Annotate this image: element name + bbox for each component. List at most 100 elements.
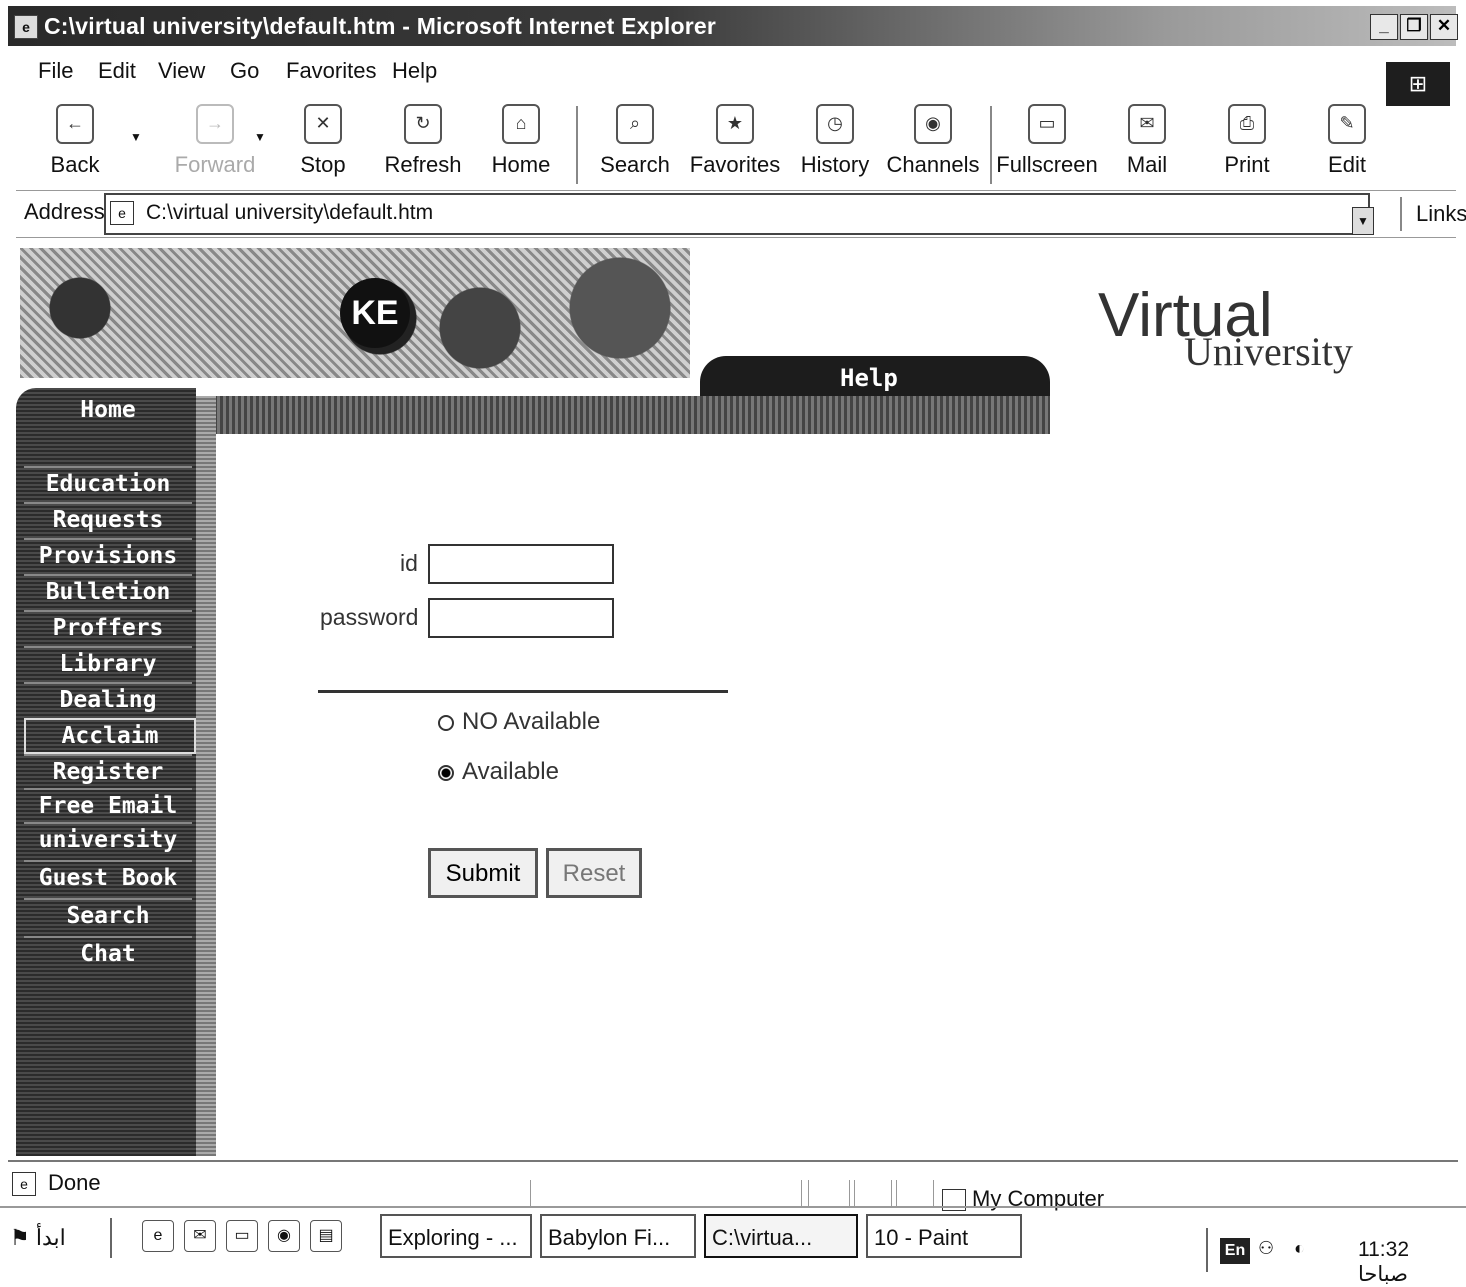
- task-paint[interactable]: 10 - Paint: [866, 1214, 1022, 1258]
- id-input[interactable]: [428, 544, 614, 584]
- site-subtitle: University: [1184, 329, 1353, 374]
- fullscreen-label: Fullscreen: [996, 152, 1098, 177]
- home-button[interactable]: ⌂ Home: [466, 100, 576, 178]
- favorites-label: Favorites: [689, 152, 781, 177]
- address-input[interactable]: e C:\virtual university\default.htm: [104, 193, 1370, 235]
- address-label: Address: [24, 199, 105, 224]
- nav-proffers[interactable]: Proffers: [24, 610, 192, 644]
- stop-button[interactable]: ✕ Stop: [268, 100, 378, 178]
- menu-view[interactable]: View: [158, 58, 205, 84]
- clock[interactable]: 11:32 صباحا: [1358, 1238, 1458, 1287]
- back-button[interactable]: ← Back: [20, 100, 130, 178]
- print-button[interactable]: ⎙ Print: [1192, 100, 1302, 178]
- radio-no-available-label: NO Available: [462, 708, 601, 735]
- nav-education[interactable]: Education: [24, 466, 192, 500]
- nav-dealing[interactable]: Dealing: [24, 682, 192, 716]
- channels-button[interactable]: ◉ Channels: [878, 100, 988, 178]
- close-button[interactable]: ✕: [1430, 14, 1458, 40]
- radio-no-available[interactable]: NO Available: [438, 708, 600, 736]
- reset-button[interactable]: Reset: [546, 848, 642, 898]
- page-icon: e: [12, 1172, 36, 1196]
- history-button[interactable]: ◷ History: [780, 100, 890, 178]
- sidebar-nav: Home Education Requests Provisions Bulle…: [16, 388, 196, 1156]
- site-banner-image: KE: [20, 248, 690, 378]
- nav-requests[interactable]: Requests: [24, 502, 192, 536]
- id-label: id: [400, 550, 418, 576]
- menu-go[interactable]: Go: [230, 58, 259, 84]
- quicklaunch-folder-icon[interactable]: ▤: [310, 1220, 342, 1252]
- links-button[interactable]: Links: [1400, 197, 1466, 231]
- password-input[interactable]: [428, 598, 614, 638]
- quicklaunch-desktop-icon[interactable]: ▭: [226, 1220, 258, 1252]
- mail-button[interactable]: ✉ Mail: [1092, 100, 1202, 178]
- fullscreen-button[interactable]: ▭ Fullscreen: [992, 100, 1102, 178]
- forward-label: Forward: [174, 152, 256, 177]
- channels-label: Channels: [886, 152, 980, 177]
- window-title: C:\virtual university\default.htm - Micr…: [44, 13, 717, 39]
- title-bar[interactable]: e C:\virtual university\default.htm - Mi…: [8, 6, 1458, 46]
- menu-favorites[interactable]: Favorites: [286, 58, 376, 84]
- back-dropdown-icon[interactable]: ▼: [130, 130, 142, 144]
- nav-university[interactable]: university: [24, 822, 192, 856]
- home-icon: ⌂: [502, 104, 540, 144]
- nav-chat[interactable]: Chat: [24, 936, 192, 970]
- radio-available[interactable]: Available: [438, 758, 559, 786]
- babylon-tray-icon[interactable]: ◐: [1294, 1238, 1305, 1259]
- nav-bulletion[interactable]: Bulletion: [24, 574, 192, 608]
- refresh-label: Refresh: [384, 152, 462, 177]
- status-text: Done: [48, 1170, 101, 1195]
- nav-acclaim[interactable]: Acclaim: [24, 718, 196, 754]
- edit-button[interactable]: ✎ Edit: [1292, 100, 1402, 178]
- address-dropdown-icon[interactable]: ▼: [1352, 207, 1374, 235]
- nav-free-email[interactable]: Free Email: [24, 788, 192, 822]
- favorites-icon: ★: [716, 104, 754, 144]
- ie-app-icon[interactable]: e: [14, 15, 38, 39]
- favorites-button[interactable]: ★ Favorites: [680, 100, 790, 178]
- fullscreen-icon: ▭: [1028, 104, 1066, 144]
- nav-home[interactable]: Home: [24, 394, 192, 426]
- history-label: History: [800, 152, 870, 177]
- address-bar: Address e C:\virtual university\default.…: [16, 190, 1466, 238]
- print-label: Print: [1224, 152, 1270, 177]
- nav-register[interactable]: Register: [24, 754, 192, 788]
- status-cell: [854, 1180, 892, 1206]
- menu-edit[interactable]: Edit: [98, 58, 136, 84]
- history-icon: ◷: [816, 104, 854, 144]
- back-arrow-icon: ←: [56, 104, 94, 144]
- forward-arrow-icon: →: [196, 104, 234, 144]
- menu-file[interactable]: File: [38, 58, 73, 84]
- menu-bar: File Edit View Go Favorites Help: [20, 52, 1380, 92]
- nav-guest-book[interactable]: Guest Book: [24, 860, 192, 894]
- quicklaunch-outlook-icon[interactable]: ✉: [184, 1220, 216, 1252]
- radio-checked-icon: [438, 764, 454, 781]
- channels-icon: ◉: [914, 104, 952, 144]
- mail-label: Mail: [1126, 152, 1168, 177]
- start-button[interactable]: ⚑ ابدأ: [10, 1218, 112, 1258]
- nav-library[interactable]: Library: [24, 646, 192, 680]
- refresh-button[interactable]: ↻ Refresh: [368, 100, 478, 178]
- refresh-icon: ↻: [404, 104, 442, 144]
- task-ie-active[interactable]: C:\virtua...: [704, 1214, 858, 1258]
- task-babylon[interactable]: Babylon Fi...: [540, 1214, 696, 1258]
- language-indicator[interactable]: En: [1220, 1238, 1250, 1264]
- back-label: Back: [50, 152, 100, 177]
- menu-help[interactable]: Help: [392, 58, 437, 84]
- network-icon[interactable]: ⚇: [1258, 1238, 1274, 1259]
- content-top-band: [196, 396, 1050, 434]
- nav-search[interactable]: Search: [24, 898, 192, 932]
- edit-pencil-icon: ✎: [1328, 104, 1366, 144]
- address-url[interactable]: C:\virtual university\default.htm: [146, 201, 433, 225]
- quicklaunch-channels-icon[interactable]: ◉: [268, 1220, 300, 1252]
- maximize-button[interactable]: ❐: [1400, 14, 1428, 40]
- ie-window: e C:\virtual university\default.htm - Mi…: [0, 0, 1466, 1286]
- quicklaunch-ie-icon[interactable]: e: [142, 1220, 174, 1252]
- taskbar: ⚑ ابدأ e ✉ ▭ ◉ ▤ Exploring - ... Babylon…: [0, 1206, 1466, 1286]
- submit-button[interactable]: Submit: [428, 848, 538, 898]
- forward-dropdown-icon[interactable]: ▼: [254, 130, 266, 144]
- radio-unchecked-icon: [438, 714, 454, 731]
- task-exploring[interactable]: Exploring - ...: [380, 1214, 532, 1258]
- search-button[interactable]: ⌕ Search: [580, 100, 690, 178]
- nav-provisions[interactable]: Provisions: [24, 538, 192, 572]
- status-cell: [896, 1180, 934, 1206]
- minimize-button[interactable]: _: [1370, 14, 1398, 40]
